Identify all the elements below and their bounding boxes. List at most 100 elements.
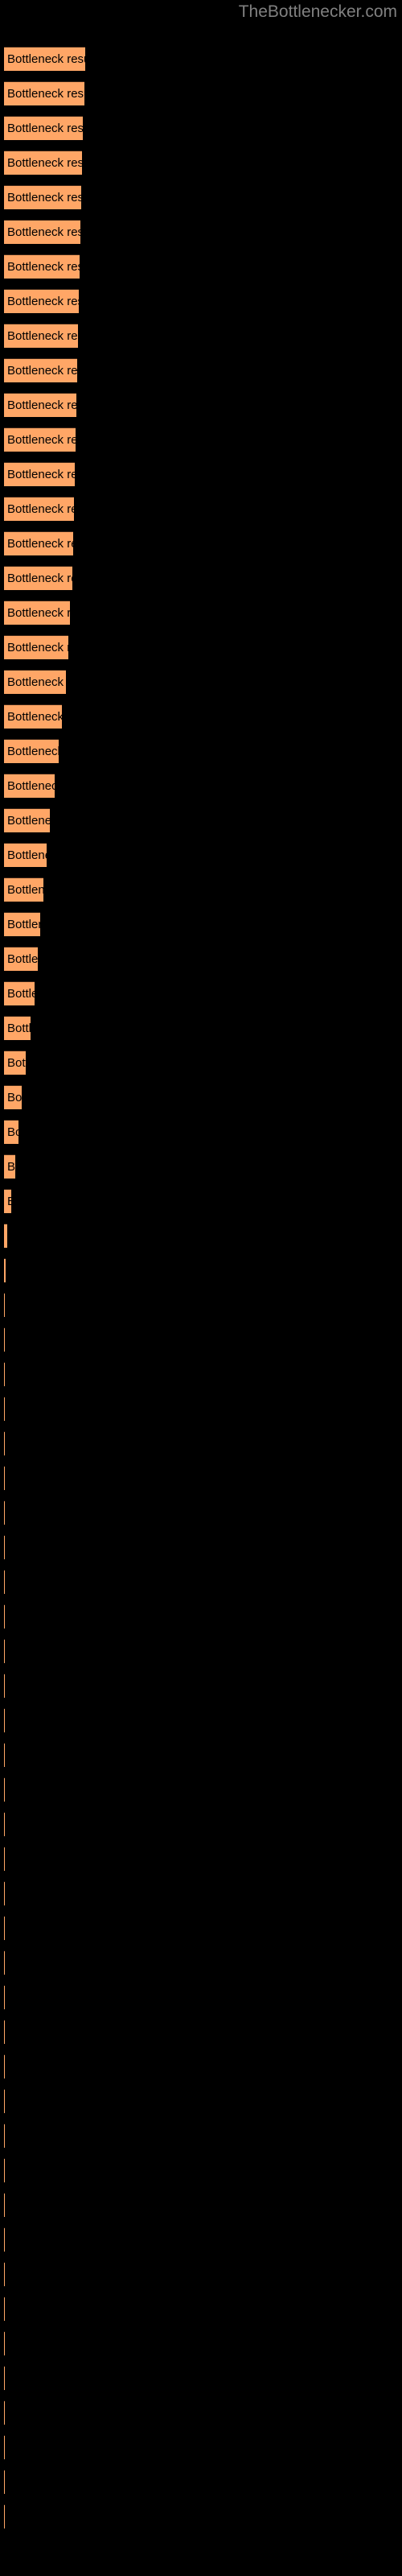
- bar-label: Bottleneck result: [7, 259, 80, 274]
- bar: Bottleneck result: [4, 1951, 5, 1975]
- bar-label: Bottleneck result: [7, 605, 70, 620]
- bar: Bottleneck result: [4, 1570, 5, 1594]
- bar: Bottleneck result: [4, 462, 75, 486]
- bar: Bottleneck result: [4, 1535, 5, 1559]
- bar-row: Bottleneck result: [0, 1362, 402, 1386]
- bar-label: Bottleneck result: [7, 432, 76, 447]
- bar: Bottleneck result: [4, 1639, 5, 1663]
- bar-row: Bottleneck result: [0, 1051, 402, 1075]
- bar-row: Bottleneck result: [0, 1777, 402, 1802]
- bar: Bottleneck result: [4, 1051, 26, 1075]
- bar: Bottleneck result: [4, 497, 74, 521]
- bar-row: Bottleneck result: [0, 289, 402, 313]
- bar-label: Bottleneck result: [7, 744, 59, 758]
- bar: Bottleneck result: [4, 2297, 5, 2321]
- bar: Bottleneck result: [4, 2366, 5, 2390]
- bar-row: Bottleneck result: [0, 2504, 402, 2529]
- bar-row: Bottleneck result: [0, 1154, 402, 1179]
- bar-row: Bottleneck result: [0, 2158, 402, 2182]
- bar: Bottleneck result: [4, 566, 72, 590]
- site-brand: TheBottlenecker.com: [238, 2, 397, 21]
- bar: Bottleneck result: [4, 2470, 5, 2494]
- bar-row: Bottleneck result: [0, 1224, 402, 1248]
- bar-row: Bottleneck result: [0, 1085, 402, 1109]
- bar-row: Bottleneck result: [0, 116, 402, 140]
- bottleneck-bar-chart: Bottleneck result Bottleneck result Bottle…: [0, 23, 402, 2576]
- bar-row: Bottleneck result: [0, 1951, 402, 1975]
- bar: Bottleneck result: [4, 808, 50, 832]
- bar-row: Bottleneck result: [0, 254, 402, 279]
- bar-row: Bottleneck result: [0, 1120, 402, 1144]
- bar-row: Bottleneck result: [0, 1397, 402, 1421]
- bar-row: Bottleneck result: [0, 1535, 402, 1559]
- bar-label: Bottleneck result: [7, 1055, 26, 1070]
- bar-row: Bottleneck result: [0, 947, 402, 971]
- bar-row: Bottleneck result: [0, 1881, 402, 1905]
- bar-label: Bottleneck result: [7, 1021, 31, 1035]
- bar: Bottleneck result: [4, 1154, 15, 1179]
- bar-row: Bottleneck result: [0, 2020, 402, 2044]
- bar-row: Bottleneck result: [0, 462, 402, 486]
- bar-label: Bottleneck result: [7, 52, 85, 66]
- bar-label: Bottleneck result: [7, 952, 38, 966]
- bar: Bottleneck result: [4, 2331, 5, 2355]
- bar-label: Bottleneck result: [7, 848, 47, 862]
- bar-row: Bottleneck result: [0, 1708, 402, 1732]
- bar: Bottleneck result: [4, 151, 82, 175]
- bar-label: Bottleneck result: [7, 225, 80, 239]
- bar: Bottleneck result: [4, 1085, 22, 1109]
- site-header: TheBottlenecker.com: [0, 0, 402, 23]
- bar: Bottleneck result: [4, 1466, 5, 1490]
- bar-row: Bottleneck result: [0, 1431, 402, 1455]
- bar-label: Bottleneck result: [7, 363, 77, 378]
- bar: Bottleneck result: [4, 877, 43, 902]
- bar-row: Bottleneck result: [0, 1985, 402, 2009]
- bar: Bottleneck result: [4, 47, 85, 71]
- bar-label: Bottleneck result: [7, 813, 50, 828]
- bar: Bottleneck result: [4, 427, 76, 452]
- bar: Bottleneck result: [4, 1777, 5, 1802]
- bar-label: Bottleneck result: [7, 86, 84, 101]
- bar-row: Bottleneck result: [0, 704, 402, 729]
- bar-row: Bottleneck result: [0, 427, 402, 452]
- bar-row: Bottleneck result: [0, 1327, 402, 1352]
- bar: Bottleneck result: [4, 912, 40, 936]
- bar-label: Bottleneck result: [7, 709, 62, 724]
- bar-row: Bottleneck result: [0, 81, 402, 105]
- bar-row: Bottleneck result: [0, 1604, 402, 1629]
- bar-row: Bottleneck result: [0, 808, 402, 832]
- bar-row: Bottleneck result: [0, 2366, 402, 2390]
- bar: Bottleneck result: [4, 393, 76, 417]
- bar: Bottleneck result: [4, 1189, 11, 1213]
- bar: Bottleneck result: [4, 981, 35, 1005]
- bar-label: Bottleneck result: [7, 778, 55, 793]
- bar: Bottleneck result: [4, 670, 66, 694]
- bar-label: Bottleneck result: [7, 1125, 18, 1139]
- bar-row: Bottleneck result: [0, 2227, 402, 2252]
- bar: Bottleneck result: [4, 185, 81, 209]
- bar: Bottleneck result: [4, 1881, 5, 1905]
- bar-row: Bottleneck result: [0, 635, 402, 659]
- bar-row: Bottleneck result: [0, 531, 402, 555]
- bar: Bottleneck result: [4, 358, 77, 382]
- bar: Bottleneck result: [4, 2435, 5, 2459]
- bar: Bottleneck result: [4, 1812, 5, 1836]
- bar-row: Bottleneck result: [0, 1743, 402, 1767]
- bar-label: Bottleneck result: [7, 571, 72, 585]
- bar-label: Bottleneck result: [7, 1159, 15, 1174]
- bar: Bottleneck result: [4, 1847, 5, 1871]
- bar: Bottleneck result: [4, 2124, 5, 2148]
- bar-row: Bottleneck result: [0, 2297, 402, 2321]
- bar: Bottleneck result: [4, 324, 78, 348]
- bar: Bottleneck result: [4, 1016, 31, 1040]
- bar: Bottleneck result: [4, 531, 73, 555]
- bar: Bottleneck result: [4, 1258, 6, 1282]
- bar-row: Bottleneck result: [0, 1466, 402, 1490]
- bar-row: Bottleneck result: [0, 2401, 402, 2425]
- bar-label: Bottleneck result: [7, 536, 73, 551]
- bar-label: Bottleneck result: [7, 121, 83, 135]
- bar: Bottleneck result: [4, 1120, 18, 1144]
- bar-label: Bottleneck result: [7, 328, 78, 343]
- bar-row: Bottleneck result: [0, 324, 402, 348]
- bar: Bottleneck result: [4, 1916, 5, 1940]
